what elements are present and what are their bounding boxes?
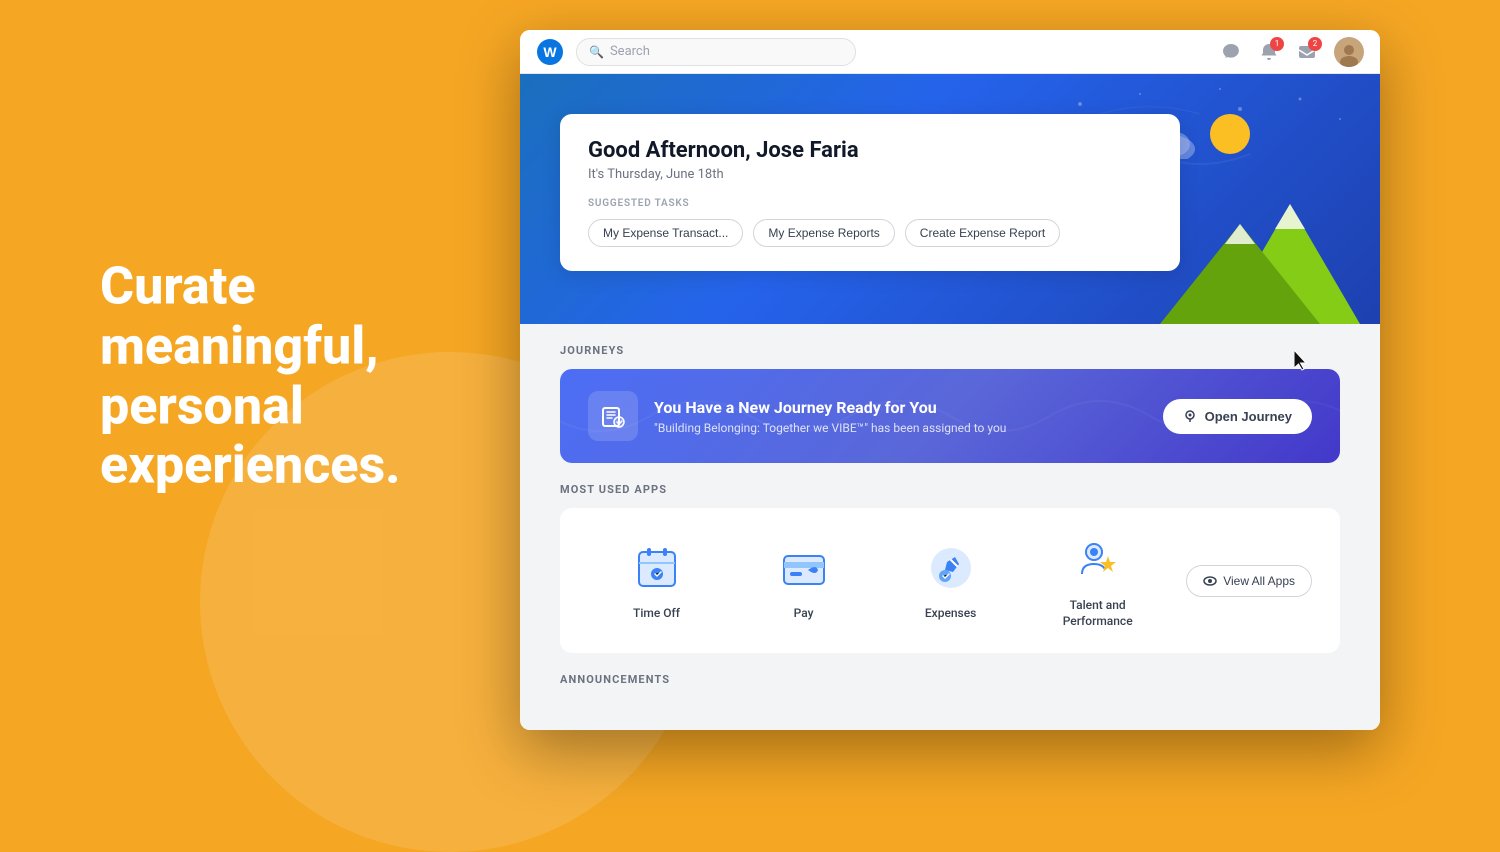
hero-sun <box>1210 114 1250 154</box>
journey-text: You Have a New Journey Ready for You "Bu… <box>654 398 1147 435</box>
search-icon: 🔍 <box>589 45 604 59</box>
announcements-section: ANNOUNCEMENTS <box>560 673 1340 686</box>
app-item-pay[interactable]: Pay <box>735 540 872 622</box>
talent-icon <box>1070 532 1126 588</box>
open-journey-button[interactable]: Open Journey <box>1163 399 1312 434</box>
app-label-expenses: Expenses <box>925 606 976 622</box>
location-icon <box>1183 409 1197 423</box>
journeys-label: JOURNEYS <box>560 344 1340 357</box>
browser-chrome: W 🔍 Search 1 <box>520 30 1380 74</box>
bell-badge: 1 <box>1270 37 1284 51</box>
announcements-label: ANNOUNCEMENTS <box>560 673 1340 686</box>
pay-icon <box>776 540 832 596</box>
app-item-time-off[interactable]: Time Off <box>588 540 725 622</box>
time-off-icon <box>629 540 685 596</box>
task-btn-0[interactable]: My Expense Transact... <box>588 219 743 247</box>
eye-icon <box>1203 574 1217 588</box>
user-avatar[interactable] <box>1334 37 1364 67</box>
expenses-icon <box>923 540 979 596</box>
task-btn-2[interactable]: Create Expense Report <box>905 219 1060 247</box>
browser-actions: 1 2 <box>1220 37 1364 67</box>
apps-card: Time Off Pay <box>560 508 1340 653</box>
apps-label: MOST USED APPS <box>560 483 1340 496</box>
app-item-expenses[interactable]: Expenses <box>882 540 1019 622</box>
journey-subtitle: "Building Belonging: Together we VIBE™" … <box>654 421 1147 435</box>
welcome-greeting: Good Afternoon, Jose Faria <box>588 138 1152 163</box>
suggested-tasks-label: SUGGESTED TASKS <box>588 198 1152 209</box>
app-item-talent[interactable]: Talent andPerformance <box>1029 532 1166 629</box>
inbox-badge: 2 <box>1308 37 1322 51</box>
browser-content: Good Afternoon, Jose Faria It's Thursday… <box>520 74 1380 730</box>
view-all-label: View All Apps <box>1223 574 1295 588</box>
bell-icon[interactable]: 1 <box>1258 41 1280 63</box>
journey-title: You Have a New Journey Ready for You <box>654 398 1147 417</box>
search-placeholder-text: Search <box>610 44 650 59</box>
app-label-time-off: Time Off <box>633 606 680 622</box>
view-all-apps-button[interactable]: View All Apps <box>1186 565 1312 597</box>
journeys-section: JOURNEYS You Have a New Journey Ready fo… <box>560 344 1340 463</box>
journey-icon-wrap <box>588 391 638 441</box>
browser-window: W 🔍 Search 1 <box>520 30 1380 730</box>
apps-section: MOST USED APPS <box>560 483 1340 653</box>
welcome-card: Good Afternoon, Jose Faria It's Thursday… <box>560 114 1180 271</box>
hero-section: Good Afternoon, Jose Faria It's Thursday… <box>520 74 1380 324</box>
journey-banner: You Have a New Journey Ready for You "Bu… <box>560 369 1340 463</box>
welcome-date: It's Thursday, June 18th <box>588 167 1152 182</box>
left-panel: Curatemeaningful,personalexperiences. <box>100 256 401 495</box>
chat-icon[interactable] <box>1220 41 1242 63</box>
app-label-talent: Talent andPerformance <box>1063 598 1133 629</box>
task-buttons: My Expense Transact... My Expense Report… <box>588 219 1152 247</box>
hero-text: Curatemeaningful,personalexperiences. <box>100 256 401 495</box>
open-journey-label: Open Journey <box>1205 409 1292 424</box>
svg-text:W: W <box>543 44 557 60</box>
search-bar[interactable]: 🔍 Search <box>576 38 856 66</box>
main-scroll: JOURNEYS You Have a New Journey Ready fo… <box>520 324 1380 730</box>
workday-logo: W <box>536 38 564 66</box>
inbox-icon[interactable]: 2 <box>1296 41 1318 63</box>
task-btn-1[interactable]: My Expense Reports <box>753 219 894 247</box>
app-label-pay: Pay <box>794 606 814 622</box>
